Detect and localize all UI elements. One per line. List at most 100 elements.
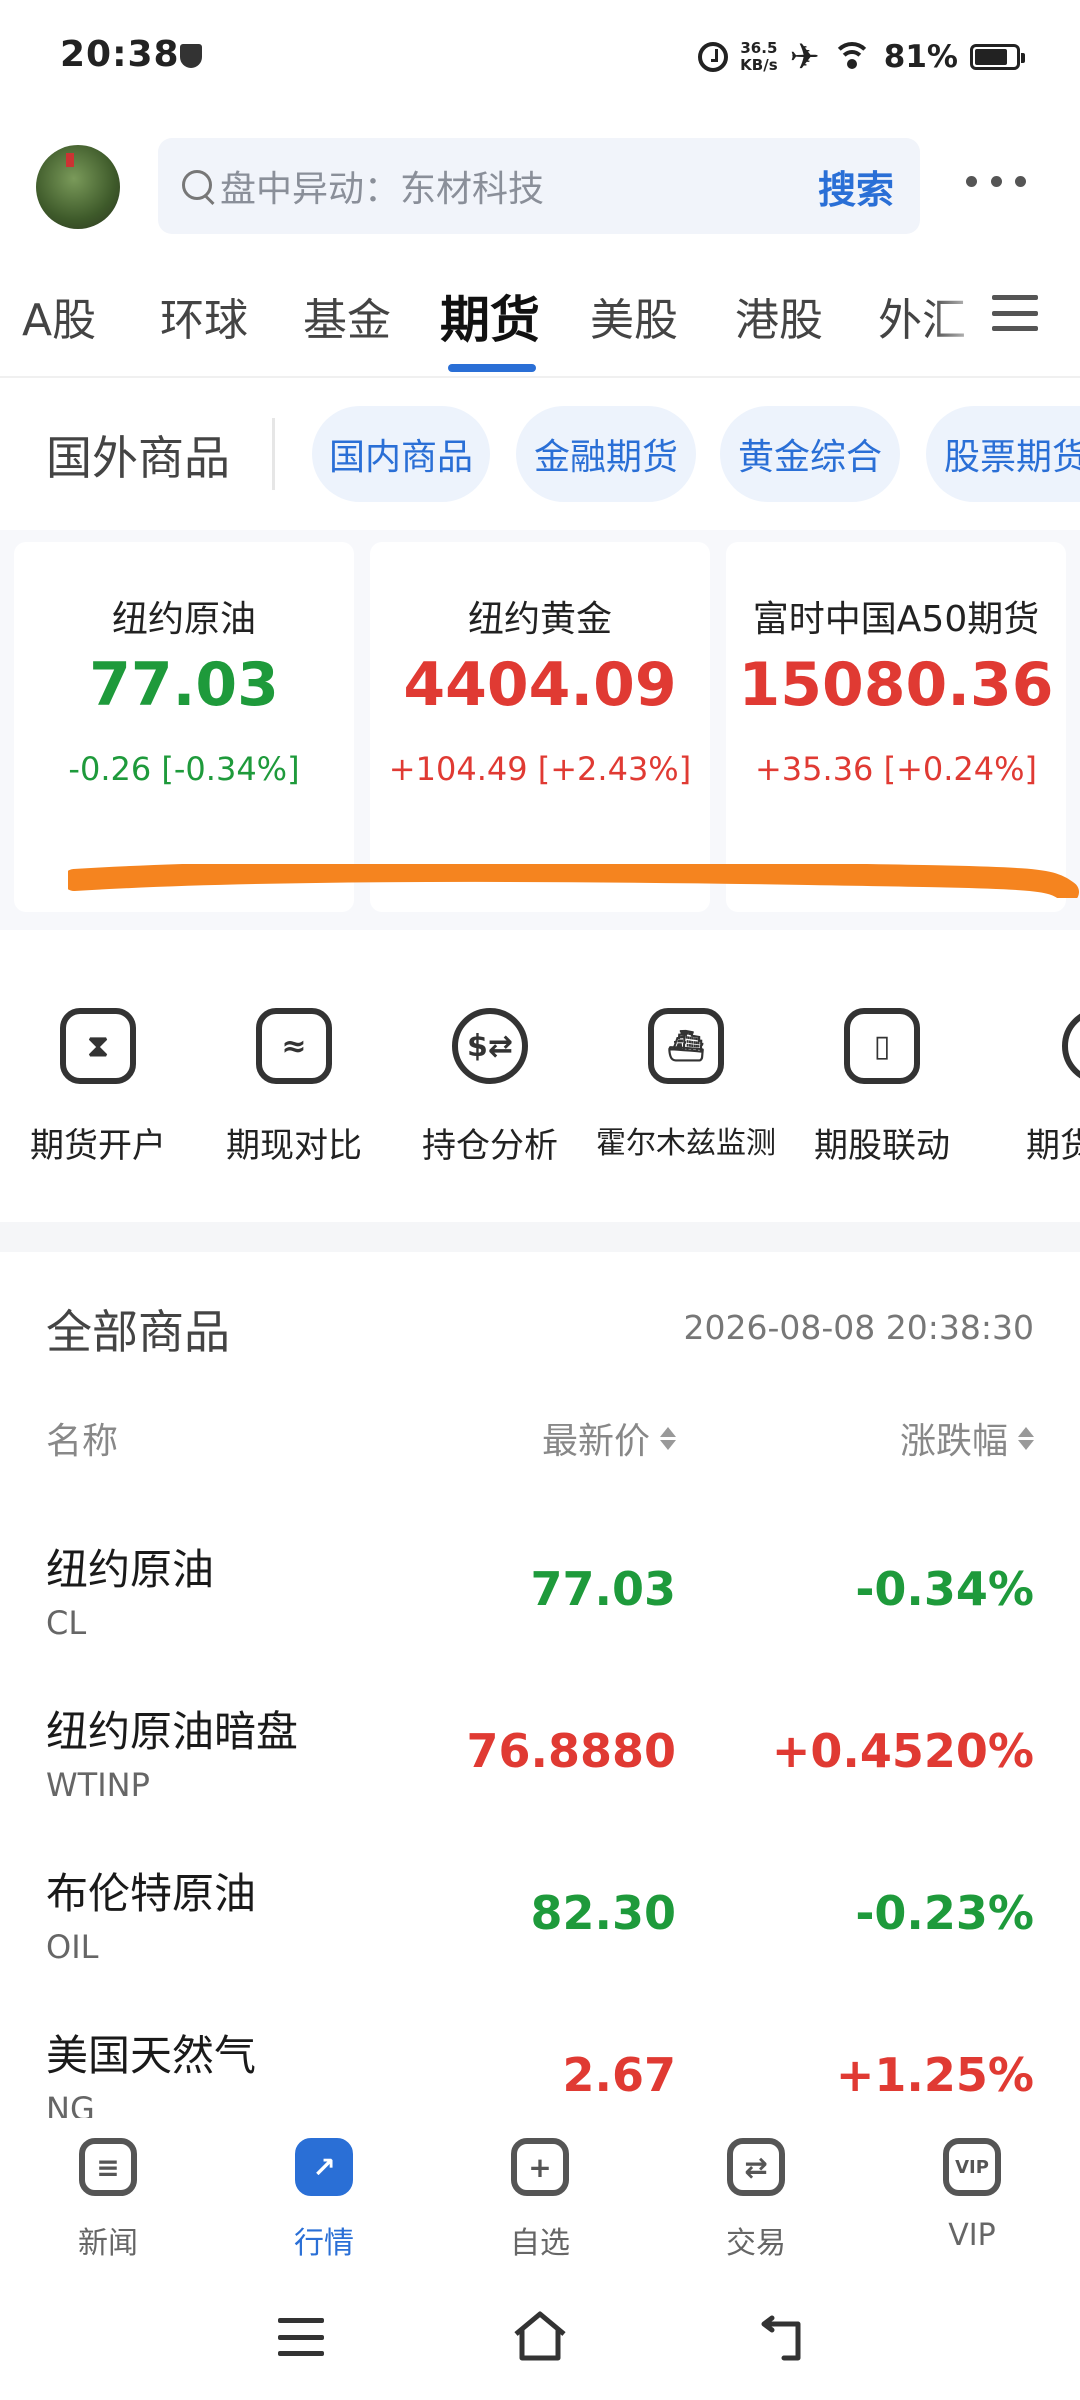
subcategory-bar: 国外商品 国内商品 金融期货 黄金综合 股票期货 [0,390,1080,520]
tool-futures-stock-link[interactable]: ▯ 期股联动 [792,1008,972,1167]
network-speed-value: 36.5 [740,39,778,57]
wifi-icon [831,42,872,72]
quote-name: 富时中国A50期货 [752,599,1040,640]
tab-fund[interactable]: 基金 [303,284,391,348]
tab-fade [930,275,990,355]
chat-face-icon [1062,1008,1080,1084]
tab-hk-stocks[interactable]: 港股 [735,284,823,348]
add-watchlist-icon: + [511,2138,569,2196]
column-header-change[interactable]: 涨跌幅 [900,1412,1034,1464]
column-header-name: 名称 [46,1421,119,1462]
quote-card-a50[interactable]: 富时中国A50期货 15080.36 +35.36 [+0.24%] [726,542,1066,912]
table-row[interactable]: 布伦特原油 OIL 82.30 -0.23% [0,1842,1080,2004]
airplane-icon: ✈ [789,36,820,78]
chip-stock-futures[interactable]: 股票期货 [926,406,1080,502]
column-header-price[interactable]: 最新价 [542,1412,676,1464]
recent-apps-icon[interactable] [278,2318,324,2356]
quote-price: 15080.36 [738,650,1054,720]
chip-financial-futures[interactable]: 金融期货 [516,406,696,502]
battery-icon [970,44,1025,70]
search-placeholder: 盘中异动：东材科技 [220,169,545,210]
row-price: 82.30 [530,1886,676,1940]
system-navigation-bar [0,2280,1080,2400]
row-change: +0.4520% [771,1724,1034,1778]
tool-label: 霍尔木兹监测 [596,1126,776,1161]
quote-price: 4404.09 [403,650,677,720]
chip-domestic-commodities[interactable]: 国内商品 [312,406,490,502]
nav-label: 行情 [294,2226,354,2261]
row-price: 2.67 [562,2048,677,2102]
column-header-change-label: 涨跌幅 [899,1421,1008,1462]
nav-label: VIP [948,2218,996,2253]
hourglass-plus-icon: ⧗ [60,1008,136,1084]
tool-spot-compare[interactable]: ≈ 期现对比 [204,1008,384,1167]
quote-change: +104.49 [+2.43%] [388,750,692,788]
back-icon[interactable] [758,2314,810,2362]
row-name: 布伦特原油 [46,1869,257,1918]
subcategory-divider [272,418,275,490]
tab-us-stocks[interactable]: 美股 [590,284,678,348]
row-code: CL [46,1604,87,1642]
table-row[interactable]: 纽约原油 CL 77.03 -0.34% [0,1518,1080,1680]
quote-change: +35.36 [+0.24%] [754,750,1038,788]
table-row[interactable]: 纽约原油暗盘 WTINP 76.8880 +0.4520% [0,1680,1080,1842]
nav-vip[interactable]: VIP VIP [902,2138,1042,2253]
commodity-list: 全部商品 2026-08-08 20:38:30 名称 最新价 涨跌幅 纽约原油… [0,1252,1080,2132]
quote-name: 纽约原油 [111,599,256,640]
row-change: -0.23% [855,1886,1034,1940]
nav-trade[interactable]: ⇄ 交易 [686,2138,826,2262]
search-button[interactable]: 搜索 [818,159,894,214]
active-tab-indicator [448,364,536,372]
tab-a-share[interactable]: A股 [22,284,96,348]
market-chart-icon: ↗ [295,2138,353,2196]
quote-price: 77.03 [89,650,279,720]
shield-icon [180,44,202,68]
row-code: WTINP [46,1766,150,1804]
chip-gold[interactable]: 黄金综合 [720,406,900,502]
column-header-price-label: 最新价 [541,1421,650,1462]
list-title: 全部商品 [46,1305,230,1359]
tabs-divider [0,376,1080,378]
tool-label: 期现对比 [226,1126,362,1166]
compare-wave-icon: ≈ [256,1008,332,1084]
subcategory-current[interactable]: 国外商品 [46,422,230,488]
nav-label: 新闻 [78,2226,138,2261]
news-icon: ≡ [79,2138,137,2196]
sort-icon [660,1426,676,1450]
trade-icon: ⇄ [727,2138,785,2196]
tab-global[interactable]: 环球 [160,284,248,348]
quote-card-ny-crude[interactable]: 纽约原油 77.03 -0.26 [-0.34%] [14,542,354,912]
tools-row: ⧗ 期货开户 ≈ 期现对比 $⇄ 持仓分析 ⛴ 霍尔木兹监测 ▯ 期股联动 期货 [0,940,1080,1220]
tab-futures[interactable]: 期货 [440,280,540,352]
home-icon[interactable] [512,2310,568,2362]
nav-label: 自选 [510,2226,570,2261]
tool-label: 期货 [1026,1126,1080,1166]
row-change: +1.25% [835,2048,1034,2102]
tool-open-account[interactable]: ⧗ 期货开户 [8,1008,188,1167]
quote-change: -0.26 [-0.34%] [68,750,300,788]
tool-position-analysis[interactable]: $⇄ 持仓分析 [400,1008,580,1167]
sort-icon [1018,1426,1034,1450]
battery-level [975,49,1008,65]
tool-hormuz-monitor[interactable]: ⛴ 霍尔木兹监测 [596,1008,776,1162]
row-code: OIL [46,1928,99,1966]
nav-market[interactable]: ↗ 行情 [254,2138,394,2262]
alarm-icon [698,42,729,72]
quote-name: 纽约黄金 [467,599,612,640]
tool-label: 期股联动 [814,1126,950,1166]
bottom-nav: ≡ 新闻 ↗ 行情 + 自选 ⇄ 交易 VIP VIP [0,2118,1080,2280]
ship-icon: ⛴ [648,1008,724,1084]
avatar[interactable] [36,145,120,229]
nav-label: 交易 [726,2226,786,2261]
nav-news[interactable]: ≡ 新闻 [38,2138,178,2262]
more-icon[interactable] [966,176,1026,192]
candlestick-link-icon: ▯ [844,1008,920,1084]
row-change: -0.34% [855,1562,1034,1616]
quote-card-ny-gold[interactable]: 纽约黄金 4404.09 +104.49 [+2.43%] [370,542,710,912]
menu-icon[interactable] [992,295,1038,331]
network-speed-unit: KB/s [740,56,778,74]
nav-watchlist[interactable]: + 自选 [470,2138,610,2262]
search-icon [180,168,216,204]
tool-futures-chat[interactable]: 期货 [988,1008,1080,1167]
search-box[interactable]: 盘中异动：东材科技 搜索 [158,138,920,234]
